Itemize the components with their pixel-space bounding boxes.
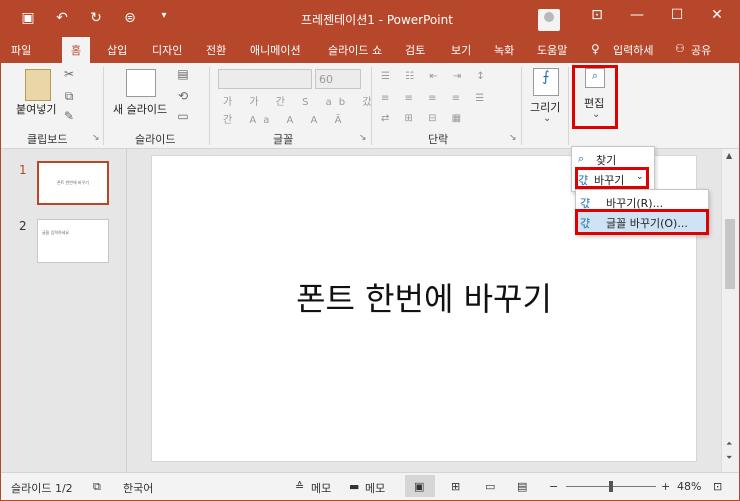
- group-label-slides: 슬라이드: [135, 133, 176, 146]
- find-icon: ⌕: [578, 152, 585, 165]
- group-separator: [371, 67, 372, 145]
- highlight-box-edit: [572, 65, 618, 129]
- slide-count: 슬라이드 1/2: [11, 482, 73, 495]
- tab-file[interactable]: 파일: [11, 42, 31, 58]
- zoom-level[interactable]: 48%: [677, 480, 701, 493]
- ribbon: 붙여넣기 ✂ ⧉ ✎ 클립보드 ↘ 새 슬라이드 ▤ ⟲ ▭ 슬라이드 60 가…: [1, 63, 739, 149]
- layout-icon[interactable]: ▤: [173, 67, 193, 81]
- slide-title-text[interactable]: 폰트 한번에 바꾸기: [152, 274, 696, 320]
- tab-record[interactable]: 녹화: [494, 42, 514, 58]
- user-avatar[interactable]: [538, 9, 560, 31]
- reading-view-icon[interactable]: ▭: [485, 480, 495, 493]
- font-size-combo[interactable]: 60: [315, 69, 361, 89]
- group-separator: [521, 67, 522, 145]
- present-icon[interactable]: ⊜: [121, 10, 139, 26]
- scroll-thumb[interactable]: [725, 219, 735, 289]
- tab-slideshow[interactable]: 슬라이드 쇼: [328, 42, 382, 58]
- copy-icon[interactable]: ⧉: [59, 89, 79, 104]
- slide-number: 1: [19, 163, 27, 177]
- notes-button[interactable]: 메모: [311, 480, 331, 496]
- zoom-out-icon[interactable]: −: [549, 480, 558, 493]
- font-color-icons[interactable]: 간 Aa A A Ā: [223, 111, 348, 126]
- group-label-clipboard: 클립보드: [27, 133, 68, 146]
- tab-help[interactable]: 도움말: [537, 42, 567, 58]
- save-icon[interactable]: ▣: [19, 10, 37, 26]
- ribbon-display-icon[interactable]: ⊡: [577, 7, 617, 23]
- person-icon: ⚇: [675, 42, 685, 55]
- window-title: 프레젠테이션1 - PowerPoint: [301, 13, 453, 27]
- share-button[interactable]: 공유: [691, 42, 711, 58]
- zoom-slider-thumb[interactable]: [609, 481, 613, 492]
- window-controls: ⊡ — ☐ ✕: [577, 7, 737, 23]
- tab-home[interactable]: 홈: [62, 37, 91, 63]
- clipboard-launcher-icon[interactable]: ↘: [92, 133, 100, 143]
- direction-icons[interactable]: ⇄ ⊞ ⊟ ▦: [381, 113, 467, 124]
- normal-view-icon: ▣: [414, 480, 425, 493]
- thumbnail-text: 글을 입력하세요: [42, 230, 70, 235]
- draw-icon[interactable]: ⨍: [533, 68, 559, 96]
- close-icon[interactable]: ✕: [697, 7, 737, 23]
- group-label-paragraph: 단락: [428, 133, 449, 146]
- zoom-in-icon[interactable]: +: [661, 480, 670, 493]
- group-separator: [209, 67, 210, 145]
- slide-thumbnail[interactable]: 글을 입력하세요: [37, 219, 109, 263]
- tab-animations[interactable]: 애니메이션: [250, 42, 301, 58]
- new-slide-button[interactable]: 새 슬라이드: [113, 101, 167, 117]
- format-painter-icon[interactable]: ✎: [59, 109, 79, 123]
- thumbnail-text: 폰트 한번에 바꾸기: [57, 180, 89, 185]
- app-window: ▣ ↶ ↻ ⊜ ▾ 프레젠테이션1 - PowerPoint ⊡ — ☐ ✕ 파…: [0, 0, 740, 501]
- paste-button[interactable]: 붙여넣기: [16, 101, 56, 117]
- align-icons[interactable]: ≡ ≡ ≡ ≡ ☰: [381, 93, 490, 104]
- new-slide-icon[interactable]: [126, 69, 156, 97]
- font-name-combo[interactable]: [218, 69, 312, 89]
- tab-insert[interactable]: 삽입: [107, 42, 127, 58]
- find-menu-item[interactable]: 찾기: [596, 152, 616, 168]
- customize-icon[interactable]: ▾: [155, 10, 173, 26]
- slide-thumbnail-pane: 1 폰트 한번에 바꾸기 2 글을 입력하세요: [1, 149, 127, 472]
- tab-transitions[interactable]: 전환: [206, 42, 226, 58]
- chevron-down-icon: ⌄: [543, 113, 552, 124]
- tell-me-box[interactable]: 입력하세: [613, 42, 653, 58]
- slide-number: 2: [19, 219, 27, 233]
- redo-icon[interactable]: ↻: [87, 10, 105, 26]
- scroll-up-icon[interactable]: ▲: [726, 151, 732, 160]
- lightbulb-icon: ♀: [591, 42, 600, 56]
- font-format-icons[interactable]: 가 가 간 S ab 갔: [223, 93, 379, 108]
- tab-review[interactable]: 검토: [405, 42, 425, 58]
- slide-thumbnail[interactable]: 폰트 한번에 바꾸기: [37, 161, 109, 205]
- maximize-icon[interactable]: ☐: [657, 7, 697, 23]
- language-indicator[interactable]: 한국어: [123, 480, 153, 496]
- fit-slide-icon[interactable]: ⊡: [713, 480, 722, 493]
- slide-sorter-icon[interactable]: ⊞: [451, 480, 460, 493]
- title-bar: ▣ ↶ ↻ ⊜ ▾ 프레젠테이션1 - PowerPoint ⊡ — ☐ ✕: [1, 1, 739, 37]
- tab-view[interactable]: 보기: [451, 42, 471, 58]
- group-label-font: 글꼴: [273, 133, 294, 146]
- minimize-icon[interactable]: —: [617, 7, 657, 23]
- group-separator: [568, 67, 569, 145]
- font-size-value: 60: [319, 73, 333, 86]
- font-launcher-icon[interactable]: ↘: [359, 133, 367, 143]
- status-bar: 슬라이드 1/2 ⧉ 한국어 ≙ 메모 ▬ 메모 ▣ ⊞ ▭ ▤ − + 48%…: [1, 472, 739, 500]
- comments-icon: ▬: [349, 480, 360, 493]
- undo-icon[interactable]: ↶: [53, 10, 71, 26]
- notes-icon: ≙: [295, 480, 305, 493]
- reset-icon[interactable]: ⟲: [173, 89, 193, 103]
- cut-icon[interactable]: ✂: [59, 67, 79, 81]
- comments-button[interactable]: 메모: [365, 480, 385, 496]
- tab-design[interactable]: 디자인: [152, 42, 182, 58]
- section-icon[interactable]: ▭: [173, 109, 193, 123]
- vertical-scrollbar[interactable]: ▲ ⏶ ⏷: [721, 149, 739, 472]
- list-icons[interactable]: ☰ ☷ ⇤ ⇥ ↕: [381, 71, 491, 82]
- paragraph-launcher-icon[interactable]: ↘: [509, 133, 517, 143]
- accessibility-icon[interactable]: ⧉: [93, 480, 101, 494]
- ribbon-tabs: 파일 홈 삽입 디자인 전환 애니메이션 슬라이드 쇼 검토 보기 녹화 도움말…: [1, 37, 739, 63]
- next-slide-icon[interactable]: ⏷: [726, 453, 732, 463]
- quick-access-toolbar: ▣ ↶ ↻ ⊜ ▾: [19, 10, 173, 26]
- group-separator: [103, 67, 104, 145]
- prev-slide-icon[interactable]: ⏶: [726, 439, 732, 449]
- slideshow-icon[interactable]: ▤: [517, 480, 527, 493]
- highlight-box-replace-font: [575, 209, 709, 235]
- paste-icon[interactable]: [25, 69, 51, 101]
- highlight-box-replace: [575, 167, 649, 189]
